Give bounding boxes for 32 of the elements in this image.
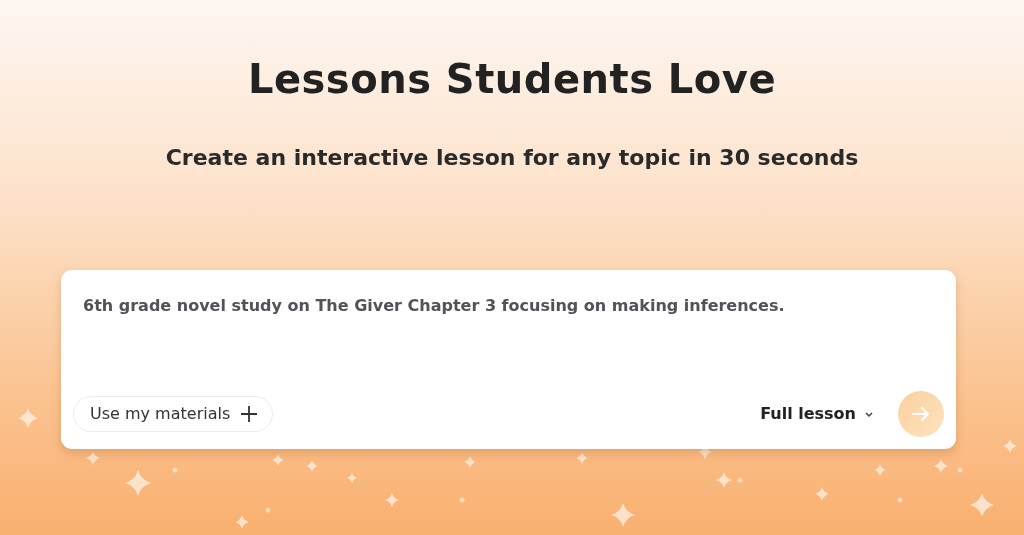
- sparkle-icon: [235, 515, 249, 529]
- sparkle-icon: [970, 493, 994, 517]
- sparkle-icon: [611, 503, 635, 527]
- lesson-type-dropdown[interactable]: Full lesson: [760, 402, 874, 426]
- sparkle-icon: [934, 459, 948, 473]
- sparkle-icon: [272, 454, 284, 466]
- arrow-icon: [911, 406, 931, 422]
- dot-icon: [737, 477, 743, 483]
- lesson-input[interactable]: 6th grade novel study on The Giver Chapter 3 focusing on making inferences.: [73, 290, 944, 390]
- use-materials-button[interactable]: Use my materials: [73, 396, 274, 432]
- dot-icon: [957, 467, 963, 473]
- sparkle-icon: [86, 451, 100, 465]
- page-subtitle: Create an interactive lesson for any topic in 30 seconds: [164, 144, 860, 172]
- plus-icon: [240, 405, 259, 423]
- sparkle-icon: [347, 473, 357, 483]
- sparkle-icon: [18, 408, 38, 428]
- sparkle-icon: [464, 456, 476, 468]
- page-title: Lessons Students Love: [246, 55, 778, 103]
- sparkle-icon: [716, 472, 732, 488]
- chevron-down-icon: [864, 410, 874, 418]
- sparkle-icon: [306, 460, 318, 472]
- sparkle-icon: [385, 493, 399, 507]
- sparkle-icon: [815, 487, 829, 501]
- sparkle-icon: [874, 464, 886, 476]
- prompt-field[interactable]: 6th grade novel study on The Giver Chapter 3 focusing on making inferences. Use my materials Full lesson: [61, 270, 956, 449]
- dot-icon: [265, 507, 271, 513]
- sparkle-icon: [125, 470, 151, 496]
- sparkle-icon: [576, 452, 588, 464]
- sparkle-icon: [1003, 439, 1017, 453]
- dot-icon: [897, 497, 903, 503]
- dot-icon: [172, 467, 178, 473]
- dot-icon: [459, 497, 465, 503]
